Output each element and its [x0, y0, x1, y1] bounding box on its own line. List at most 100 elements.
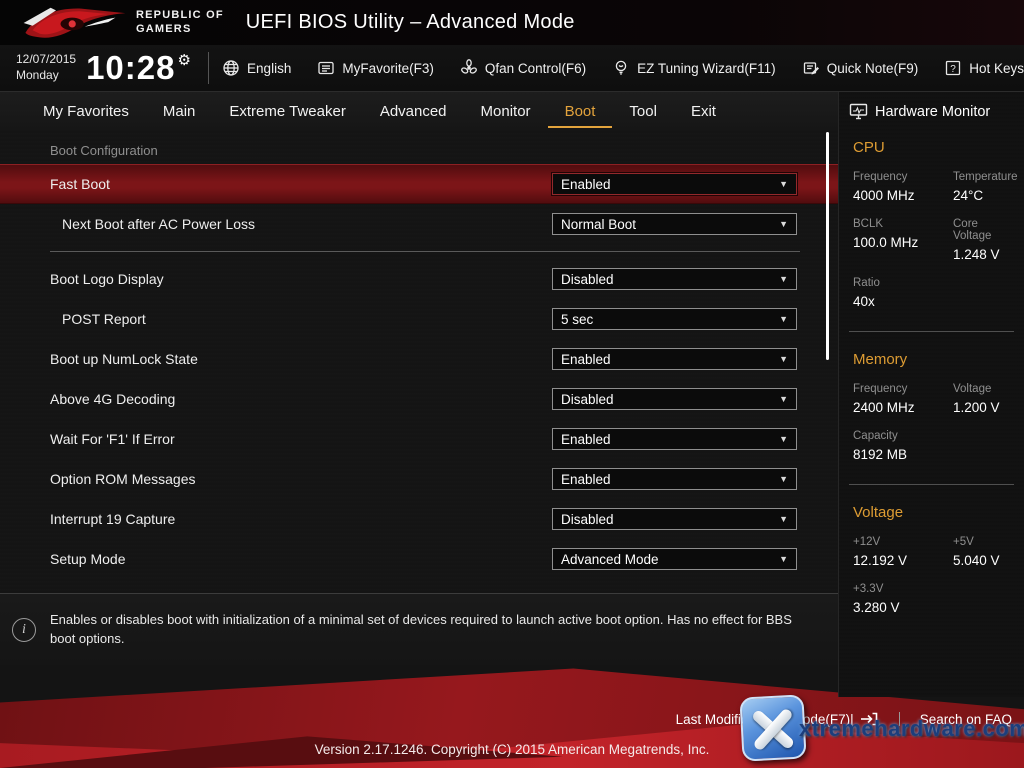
setting-dropdown[interactable]: Enabled ▼ — [552, 428, 797, 450]
hwm-metrics: +12V 12.192 V +5V 5.040 V +3.3V 3.280 V — [839, 521, 1024, 615]
qfan-button[interactable]: Qfan Control(F6) — [460, 59, 586, 77]
setting-dropdown[interactable]: Normal Boot ▼ — [552, 213, 797, 235]
hwm-metric: Core Voltage 1.248 V — [953, 218, 1018, 262]
setting-row[interactable]: Interrupt 19 Capture Disabled ▼ — [0, 499, 838, 539]
hwm-metric-value: 1.200 V — [953, 400, 1018, 415]
hwm-metric: Temperature 24°C — [953, 171, 1018, 203]
setting-dropdown[interactable]: Disabled ▼ — [552, 508, 797, 530]
setting-dropdown[interactable]: Disabled ▼ — [552, 268, 797, 290]
clock: 10:28⚙ — [86, 49, 192, 87]
monitor-icon — [849, 103, 868, 120]
gear-icon[interactable]: ⚙ — [177, 52, 191, 69]
help-text: Enables or disables boot with initializa… — [50, 611, 838, 649]
tab-my-favorites[interactable]: My Favorites — [26, 95, 146, 128]
hwm-group-title: CPU — [853, 139, 1024, 156]
tab-main[interactable]: Main — [146, 95, 213, 128]
fan-icon — [460, 59, 478, 77]
tab-extreme-tweaker[interactable]: Extreme Tweaker — [212, 95, 362, 128]
setting-dropdown[interactable]: Enabled ▼ — [552, 348, 797, 370]
hwm-metric-label: Frequency — [853, 171, 953, 183]
hwm-metric-value: 100.0 MHz — [853, 235, 953, 250]
myfavorite-icon — [317, 59, 335, 77]
settings-list: Fast Boot Enabled ▼ Next Boot after AC P… — [0, 164, 838, 579]
language-button[interactable]: English — [222, 59, 291, 77]
day-label: Monday — [16, 68, 76, 84]
hwm-group-title: Memory — [853, 351, 1024, 368]
quick-note-button[interactable]: Quick Note(F9) — [802, 59, 919, 77]
hwm-metrics: Frequency 2400 MHz Voltage 1.200 V Capac… — [839, 368, 1024, 462]
tab-boot[interactable]: Boot — [548, 95, 613, 128]
hwm-metric: +5V 5.040 V — [953, 536, 1018, 568]
setting-dropdown[interactable]: Enabled ▼ — [552, 468, 797, 490]
hwm-metric-label: Temperature — [953, 171, 1018, 183]
note-icon — [802, 59, 820, 77]
dropdown-value: Enabled — [561, 472, 779, 487]
hwm-metric-value: 24°C — [953, 188, 1018, 203]
hardware-monitor-panel: Hardware Monitor CPU Frequency 4000 MHz … — [838, 92, 1024, 697]
setting-dropdown[interactable]: Enabled ▼ — [552, 173, 797, 195]
dropdown-value: Disabled — [561, 272, 779, 287]
help-bar: i Enables or disables boot with initiali… — [0, 593, 838, 665]
setting-row[interactable]: POST Report 5 sec ▼ — [0, 299, 838, 339]
section-title: Boot Configuration — [0, 130, 838, 164]
hwm-metric-label: Voltage — [953, 383, 1018, 395]
tab-tool[interactable]: Tool — [612, 95, 674, 128]
hwm-metric-label: +12V — [853, 536, 953, 548]
setting-label: Boot up NumLock State — [50, 351, 198, 367]
hwm-metric-label: BCLK — [853, 218, 953, 230]
setting-row[interactable]: Fast Boot Enabled ▼ — [0, 164, 838, 204]
ez-tuning-button[interactable]: EZ Tuning Wizard(F11) — [612, 59, 776, 77]
hwm-metric-value: 4000 MHz — [853, 188, 953, 203]
setting-dropdown[interactable]: Disabled ▼ — [552, 388, 797, 410]
setting-row[interactable]: Next Boot after AC Power Loss Normal Boo… — [0, 204, 838, 244]
setting-label: Interrupt 19 Capture — [50, 511, 175, 527]
date-label: 12/07/2015 — [16, 52, 76, 68]
chevron-down-icon: ▼ — [779, 394, 788, 404]
myfavorite-button[interactable]: MyFavorite(F3) — [317, 59, 434, 77]
hwm-metric-value: 8192 MB — [853, 447, 953, 462]
rog-logo-icon — [20, 3, 128, 43]
setting-label: Boot Logo Display — [50, 271, 164, 287]
hwm-metric: +3.3V 3.280 V — [853, 583, 953, 615]
hwm-metric-label: Frequency — [853, 383, 953, 395]
hot-keys-button[interactable]: ? Hot Keys — [944, 59, 1024, 77]
bulb-icon — [612, 59, 630, 77]
setting-row[interactable]: Boot Logo Display Disabled ▼ — [0, 259, 838, 299]
datetime: 12/07/2015 Monday 10:28⚙ — [16, 49, 192, 87]
hwm-metric-value: 12.192 V — [853, 553, 953, 568]
setting-row[interactable]: Boot up NumLock State Enabled ▼ — [0, 339, 838, 379]
chevron-down-icon: ▼ — [779, 554, 788, 564]
setting-label: POST Report — [62, 311, 146, 327]
svg-text:?: ? — [950, 64, 956, 75]
setting-row[interactable]: Wait For 'F1' If Error Enabled ▼ — [0, 419, 838, 459]
dropdown-value: Enabled — [561, 432, 779, 447]
hwm-metric-label: +3.3V — [853, 583, 953, 595]
setting-row[interactable]: Setup Mode Advanced Mode ▼ — [0, 539, 838, 579]
chevron-down-icon: ▼ — [779, 434, 788, 444]
watermark-logo — [739, 694, 806, 761]
hwm-metric: Voltage 1.200 V — [953, 383, 1018, 415]
hwm-metrics: Frequency 4000 MHz Temperature 24°C BCLK… — [839, 156, 1024, 309]
tab-monitor[interactable]: Monitor — [464, 95, 548, 128]
question-icon: ? — [944, 59, 962, 77]
hwm-divider — [849, 484, 1014, 485]
tab-advanced[interactable]: Advanced — [363, 95, 464, 128]
dropdown-value: 5 sec — [561, 312, 779, 327]
dropdown-value: Advanced Mode — [561, 552, 779, 567]
hwm-metric: Frequency 2400 MHz — [853, 383, 953, 415]
hwm-metric-value: 3.280 V — [853, 600, 953, 615]
dropdown-value: Enabled — [561, 352, 779, 367]
setting-row[interactable]: Option ROM Messages Enabled ▼ — [0, 459, 838, 499]
setting-dropdown[interactable]: 5 sec ▼ — [552, 308, 797, 330]
chevron-down-icon: ▼ — [779, 179, 788, 189]
hwm-metric-label: +5V — [953, 536, 1018, 548]
hwm-metric-label: Ratio — [853, 277, 953, 289]
tab-exit[interactable]: Exit — [674, 95, 733, 128]
setting-row[interactable]: Above 4G Decoding Disabled ▼ — [0, 379, 838, 419]
hwm-metric: Frequency 4000 MHz — [853, 171, 953, 203]
scrollbar-thumb[interactable] — [826, 132, 829, 360]
setting-dropdown[interactable]: Advanced Mode ▼ — [552, 548, 797, 570]
hwm-metric-value: 40x — [853, 294, 953, 309]
hwm-group: Memory Frequency 2400 MHz Voltage 1.200 … — [839, 351, 1024, 462]
chevron-down-icon: ▼ — [779, 274, 788, 284]
